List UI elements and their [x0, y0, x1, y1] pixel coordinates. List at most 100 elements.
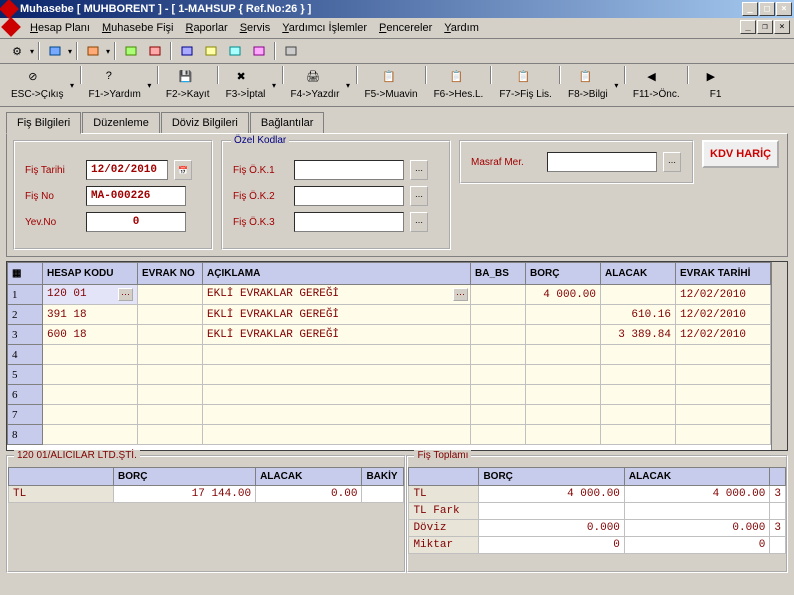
kdv-button[interactable]: KDV HARİÇ — [702, 140, 779, 168]
tool-icon[interactable] — [144, 41, 166, 61]
table-cell[interactable]: 8 — [8, 425, 43, 445]
lookup-icon[interactable]: ⋯ — [410, 186, 428, 206]
mdi-restore-button[interactable]: ❐ — [757, 20, 773, 34]
fis-tarihi-input[interactable] — [86, 160, 168, 180]
toolbar-button[interactable]: 📋F5->Muavin — [360, 66, 423, 104]
toolbar-button[interactable]: 📋F8->Bilgi▾ — [563, 66, 613, 104]
tab[interactable]: Fiş Bilgileri — [6, 112, 81, 134]
table-row[interactable]: 7 — [8, 405, 771, 425]
tool-icon[interactable] — [280, 41, 302, 61]
table-cell[interactable] — [471, 385, 526, 405]
tool-icon[interactable] — [44, 41, 66, 61]
lookup-icon[interactable]: ⋯ — [663, 152, 681, 172]
table-cell[interactable] — [601, 385, 676, 405]
table-cell[interactable] — [526, 305, 601, 325]
toolbar-button[interactable]: ?F1->Yardım▾ — [84, 66, 146, 104]
table-row[interactable]: 4 — [8, 345, 771, 365]
column-header[interactable]: BA_BS — [471, 263, 526, 285]
chevron-down-icon[interactable]: ▾ — [145, 67, 154, 103]
table-cell[interactable] — [43, 425, 138, 445]
tab[interactable]: Bağlantılar — [250, 112, 325, 134]
table-cell[interactable] — [526, 345, 601, 365]
chevron-down-icon[interactable]: ▾ — [270, 67, 279, 103]
fis-no-input[interactable] — [86, 186, 186, 206]
table-cell[interactable] — [526, 385, 601, 405]
tool-icon[interactable] — [120, 41, 142, 61]
lookup-icon[interactable]: ⋯ — [453, 288, 468, 301]
table-cell[interactable] — [526, 425, 601, 445]
toolbar-button[interactable]: ▶F1 — [691, 66, 741, 104]
toolbar-button[interactable]: 📋F7->Fiş Lis. — [494, 66, 557, 104]
minimize-button[interactable]: _ — [742, 2, 758, 16]
column-header[interactable]: EVRAK NO — [138, 263, 203, 285]
table-cell[interactable]: 12/02/2010 — [676, 325, 771, 345]
table-cell[interactable] — [138, 405, 203, 425]
scrollbar-vertical[interactable] — [771, 262, 787, 450]
table-cell[interactable] — [138, 305, 203, 325]
column-header[interactable]: EVRAK TARİHİ — [676, 263, 771, 285]
toolbar-button[interactable]: ◀F11->Önc. — [628, 66, 685, 104]
table-cell[interactable]: 5 — [8, 365, 43, 385]
table-cell[interactable] — [203, 385, 471, 405]
tool-icon[interactable] — [224, 41, 246, 61]
table-cell[interactable] — [676, 365, 771, 385]
table-cell[interactable] — [43, 365, 138, 385]
table-cell[interactable] — [43, 405, 138, 425]
tool-icon[interactable] — [248, 41, 270, 61]
maximize-button[interactable]: □ — [759, 2, 775, 16]
menu-item[interactable]: Yardımcı İşlemler — [276, 20, 373, 36]
table-cell[interactable] — [676, 345, 771, 365]
menu-item[interactable]: Yardım — [438, 20, 485, 36]
toolbar-button[interactable]: ✖F3->İptal▾ — [221, 66, 271, 104]
column-header[interactable]: ▦ — [8, 263, 43, 285]
table-cell[interactable] — [601, 425, 676, 445]
table-row[interactable]: 8 — [8, 425, 771, 445]
table-cell[interactable] — [471, 345, 526, 365]
mdi-close-button[interactable]: × — [774, 20, 790, 34]
menu-item[interactable]: Pencereler — [373, 20, 438, 36]
table-row[interactable]: 5 — [8, 365, 771, 385]
table-cell[interactable] — [138, 365, 203, 385]
table-cell[interactable] — [526, 405, 601, 425]
table-cell[interactable]: 1 — [8, 285, 43, 305]
column-header[interactable]: BORÇ — [526, 263, 601, 285]
tab[interactable]: Düzenleme — [82, 112, 160, 134]
table-cell[interactable] — [526, 325, 601, 345]
table-cell[interactable] — [138, 385, 203, 405]
tab[interactable]: Döviz Bilgileri — [161, 112, 249, 134]
column-header[interactable]: HESAP KODU — [43, 263, 138, 285]
table-cell[interactable] — [471, 285, 526, 305]
table-cell[interactable]: 3 — [8, 325, 43, 345]
table-row[interactable]: 1120 01 ⋯EKLİ EVRAKLAR GEREĞİ ⋯4 000.001… — [8, 285, 771, 305]
close-button[interactable]: × — [776, 2, 792, 16]
mdi-minimize-button[interactable]: _ — [740, 20, 756, 34]
toolbar-button[interactable]: 💾F2->Kayıt — [161, 66, 215, 104]
table-cell[interactable] — [203, 365, 471, 385]
table-cell[interactable]: 391 18 — [43, 305, 138, 325]
table-cell[interactable]: 12/02/2010 — [676, 305, 771, 325]
table-cell[interactable] — [601, 405, 676, 425]
table-cell[interactable] — [43, 385, 138, 405]
table-cell[interactable] — [43, 345, 138, 365]
table-cell[interactable] — [471, 425, 526, 445]
table-cell[interactable]: 3 389.84 — [601, 325, 676, 345]
table-cell[interactable]: EKLİ EVRAKLAR GEREĞİ ⋯ — [203, 285, 471, 305]
column-header[interactable]: AÇIKLAMA — [203, 263, 471, 285]
table-cell[interactable] — [138, 325, 203, 345]
table-row[interactable]: 2391 18EKLİ EVRAKLAR GEREĞİ610.1612/02/2… — [8, 305, 771, 325]
table-cell[interactable]: 2 — [8, 305, 43, 325]
table-cell[interactable] — [138, 285, 203, 305]
table-cell[interactable]: 4 000.00 — [526, 285, 601, 305]
calendar-icon[interactable]: 📅 — [174, 160, 192, 180]
tool-icon[interactable] — [200, 41, 222, 61]
table-cell[interactable]: 4 — [8, 345, 43, 365]
table-cell[interactable] — [676, 405, 771, 425]
fis-ok3-input[interactable] — [294, 212, 404, 232]
table-row[interactable]: 6 — [8, 385, 771, 405]
lookup-icon[interactable]: ⋯ — [410, 160, 428, 180]
chevron-down-icon[interactable]: ▾ — [612, 67, 621, 103]
chevron-down-icon[interactable]: ▾ — [68, 67, 77, 103]
tool-icon[interactable] — [82, 41, 104, 61]
table-cell[interactable]: 6 — [8, 385, 43, 405]
table-cell[interactable] — [601, 345, 676, 365]
